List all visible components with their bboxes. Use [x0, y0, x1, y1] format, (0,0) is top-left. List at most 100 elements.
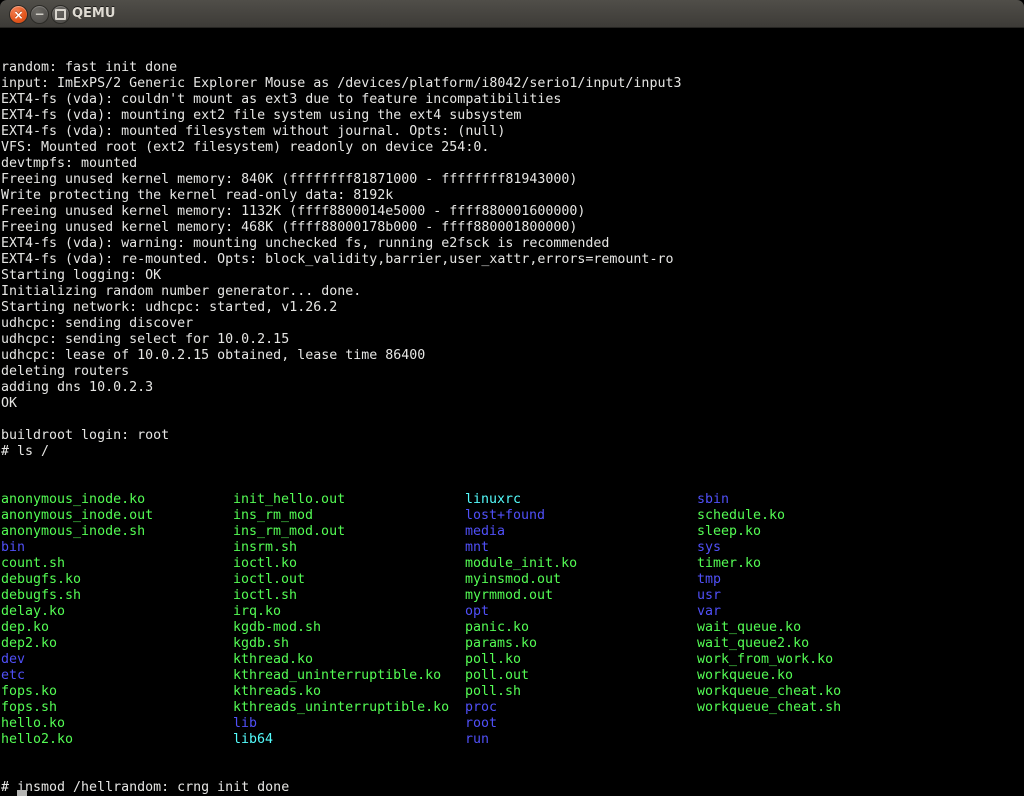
ls-entry: dev [1, 652, 233, 668]
maximize-button[interactable] [51, 5, 70, 24]
ls-row: anonymous_inode.outins_rm_modlost+founds… [0, 508, 1024, 524]
ls-entry: count.sh [1, 556, 233, 572]
ls-entry: wait_queue.ko [697, 620, 801, 636]
terminal-line: EXT4-fs (vda): couldn't mount as ext3 du… [0, 92, 1024, 108]
qemu-window: × − QEMU random: fast init doneinput: Im… [0, 0, 1024, 796]
ls-entry: fops.ko [1, 684, 233, 700]
ls-entry: poll.ko [465, 652, 697, 668]
terminal-line: Freeing unused kernel memory: 1132K (fff… [0, 204, 1024, 220]
terminal-line: buildroot login: root [0, 428, 1024, 444]
minimize-button[interactable]: − [30, 5, 49, 24]
ls-entry: poll.out [465, 668, 697, 684]
ls-entry: kthread_uninterruptible.ko [233, 668, 465, 684]
ls-entry: workqueue_cheat.ko [697, 684, 841, 700]
terminal-line: random: fast init done [0, 60, 1024, 76]
terminal-line: udhcpc: lease of 10.0.2.15 obtained, lea… [0, 348, 1024, 364]
terminal-line: udhcpc: sending discover [0, 316, 1024, 332]
ls-entry: sleep.ko [697, 524, 761, 540]
ls-entry: run [465, 732, 697, 748]
ls-entry: tmp [697, 572, 721, 588]
close-icon: × [13, 9, 23, 21]
ls-entry: hello2.ko [1, 732, 233, 748]
ls-row: count.shioctl.komodule_init.kotimer.ko [0, 556, 1024, 572]
ls-entry: var [697, 604, 721, 620]
terminal-line: EXT4-fs (vda): warning: mounting uncheck… [0, 236, 1024, 252]
ls-entry: root [465, 716, 697, 732]
ls-entry: dep2.ko [1, 636, 233, 652]
ls-row: anonymous_inode.koinit_hello.outlinuxrcs… [0, 492, 1024, 508]
ls-row: hello2.kolib64run [0, 732, 1024, 748]
ls-entry: ins_rm_mod [233, 508, 465, 524]
ls-entry: kthreads_uninterruptible.ko [233, 700, 465, 716]
ls-entry: myrmmod.out [465, 588, 697, 604]
terminal-line: # ls / [0, 444, 1024, 460]
ls-entry: lost+found [465, 508, 697, 524]
ls-entry: sys [697, 540, 721, 556]
ls-entry: dep.ko [1, 620, 233, 636]
ls-entry: ioctl.ko [233, 556, 465, 572]
ls-entry: module_init.ko [465, 556, 697, 572]
ls-row: hello.kolibroot [0, 716, 1024, 732]
ls-entry: init_hello.out [233, 492, 465, 508]
ls-entry: workqueue_cheat.sh [697, 700, 841, 716]
ls-entry: panic.ko [465, 620, 697, 636]
minimize-icon: − [34, 8, 44, 20]
ls-entry: opt [465, 604, 697, 620]
ls-row: delay.koirq.kooptvar [0, 604, 1024, 620]
terminal-line: adding dns 10.0.2.3 [0, 380, 1024, 396]
ls-entry: kgdb-mod.sh [233, 620, 465, 636]
ls-entry: timer.ko [697, 556, 761, 572]
ls-row: debugfs.koioctl.outmyinsmod.outtmp [0, 572, 1024, 588]
ls-row: anonymous_inode.shins_rm_mod.outmediasle… [0, 524, 1024, 540]
ls-entry: debugfs.sh [1, 588, 233, 604]
ls-entry: insrm.sh [233, 540, 465, 556]
ls-entry: ioctl.sh [233, 588, 465, 604]
terminal-line: # insmod /hellrandom: crng init done [0, 780, 1024, 796]
ls-entry: wait_queue2.ko [697, 636, 809, 652]
terminal-line: OK [0, 396, 1024, 412]
terminal-line: Freeing unused kernel memory: 840K (ffff… [0, 172, 1024, 188]
ls-entry: kthread.ko [233, 652, 465, 668]
ls-entry: work_from_work.ko [697, 652, 833, 668]
ls-entry: params.ko [465, 636, 697, 652]
ls-entry: kthreads.ko [233, 684, 465, 700]
terminal-line: Freeing unused kernel memory: 468K (ffff… [0, 220, 1024, 236]
ls-row: dep.kokgdb-mod.shpanic.kowait_queue.ko [0, 620, 1024, 636]
terminal-line [0, 412, 1024, 428]
ls-entry: media [465, 524, 697, 540]
terminal-line: devtmpfs: mounted [0, 156, 1024, 172]
ls-entry: bin [1, 540, 233, 556]
ls-entry: etc [1, 668, 233, 684]
ls-entry: schedule.ko [697, 508, 785, 524]
ls-entry: anonymous_inode.ko [1, 492, 233, 508]
ls-row: bininsrm.shmntsys [0, 540, 1024, 556]
ls-entry: anonymous_inode.sh [1, 524, 233, 540]
terminal-line: deleting routers [0, 364, 1024, 380]
ls-entry: anonymous_inode.out [1, 508, 233, 524]
window-title: QEMU [72, 0, 115, 28]
ls-entry: irq.ko [233, 604, 465, 620]
terminal-screen[interactable]: random: fast init doneinput: ImExPS/2 Ge… [0, 28, 1024, 796]
terminal-line: EXT4-fs (vda): mounting ext2 file system… [0, 108, 1024, 124]
ls-entry: workqueue.ko [697, 668, 793, 684]
ls-entry: poll.sh [465, 684, 697, 700]
ls-entry: lib [233, 716, 465, 732]
terminal-line: VFS: Mounted root (ext2 filesystem) read… [0, 140, 1024, 156]
titlebar[interactable]: × − QEMU [0, 0, 1024, 28]
close-button[interactable]: × [9, 5, 28, 24]
terminal-line: input: ImExPS/2 Generic Explorer Mouse a… [0, 76, 1024, 92]
ls-row: fops.kokthreads.kopoll.shworkqueue_cheat… [0, 684, 1024, 700]
terminal-line: Initializing random number generator... … [0, 284, 1024, 300]
ls-entry: fops.sh [1, 700, 233, 716]
ls-entry: ins_rm_mod.out [233, 524, 465, 540]
ls-entry: myinsmod.out [465, 572, 697, 588]
ls-entry: delay.ko [1, 604, 233, 620]
terminal-line: Starting network: udhcpc: started, v1.26… [0, 300, 1024, 316]
terminal-cursor [17, 790, 27, 796]
terminal-line: Starting logging: OK [0, 268, 1024, 284]
ls-row: devkthread.kopoll.kowork_from_work.ko [0, 652, 1024, 668]
ls-entry: usr [697, 588, 721, 604]
ls-output: anonymous_inode.koinit_hello.outlinuxrcs… [0, 492, 1024, 748]
ls-row: fops.shkthreads_uninterruptible.koprocwo… [0, 700, 1024, 716]
ls-entry: sbin [697, 492, 729, 508]
